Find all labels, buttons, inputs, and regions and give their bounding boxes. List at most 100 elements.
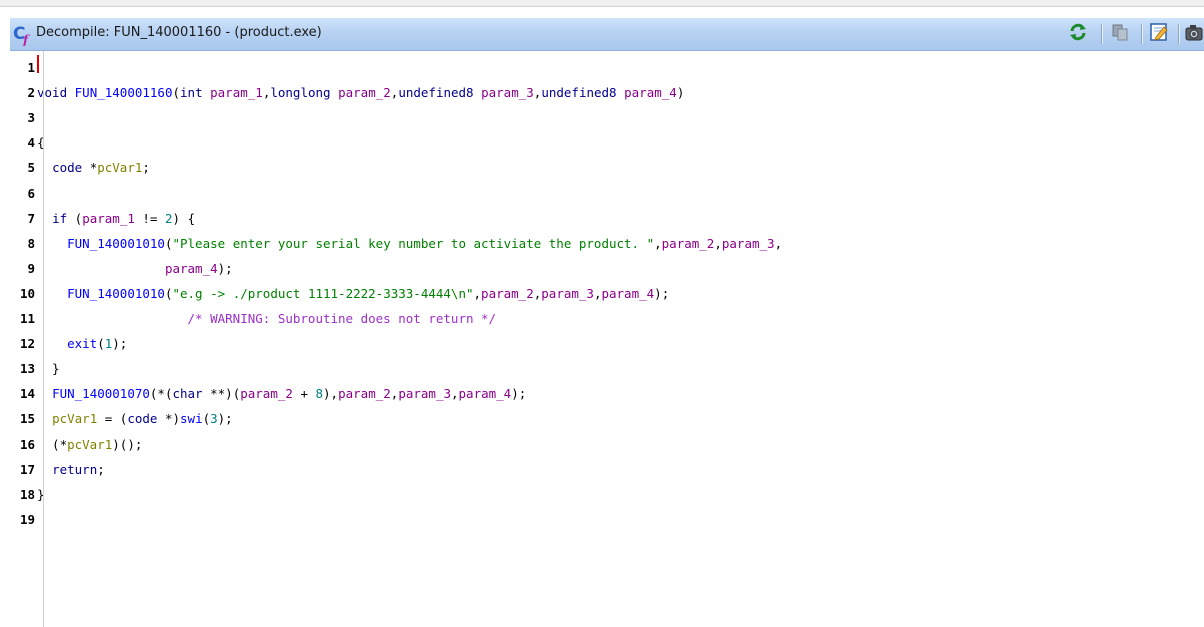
code-line[interactable]: 10 FUN_140001010("e.g -> ./product 1111-…	[10, 281, 1204, 306]
code-token: char	[172, 386, 203, 402]
edit-button[interactable]	[1147, 22, 1171, 46]
code-token: );	[654, 285, 670, 301]
line-number: 9	[27, 260, 35, 276]
code-line[interactable]: 1	[10, 55, 1204, 80]
copy-icon	[1110, 22, 1130, 47]
code-token: FUN_140001010	[67, 285, 165, 301]
code-token: int	[180, 85, 203, 101]
code-token: param_3	[398, 386, 451, 402]
code-text: if (param_1 != 2) {	[37, 206, 195, 231]
code-line[interactable]: 3	[10, 105, 1204, 130]
copy-button[interactable]	[1108, 22, 1132, 46]
code-view[interactable]: 1 2 void FUN_140001160(int param_1,longlon…	[10, 51, 1204, 627]
code-token: )	[676, 85, 685, 101]
line-number: 4	[27, 135, 35, 151]
code-token: ),	[323, 386, 339, 402]
code-line[interactable]: 18}	[10, 482, 1204, 507]
code-token: param_2	[338, 386, 391, 402]
code-line[interactable]: 9 param_4);	[10, 256, 1204, 281]
code-token: code	[52, 160, 83, 176]
line-number: 10	[19, 285, 35, 301]
code-text: return;	[37, 457, 105, 482]
refresh-button[interactable]	[1066, 22, 1090, 46]
line-number: 18	[19, 486, 35, 502]
code-line[interactable]: 14 FUN_140001070(*(char **)(param_2 + 8)…	[10, 381, 1204, 406]
code-token: );	[511, 386, 527, 402]
decompiler-titlebar[interactable]: C f Decompile: FUN_140001160 - (product.…	[10, 18, 1204, 51]
code-token: ,	[654, 235, 662, 251]
code-token: }	[37, 361, 60, 377]
code-token: if	[52, 210, 68, 226]
code-token: (*	[37, 436, 68, 452]
code-line[interactable]: 16 (*pcVar1)();	[10, 432, 1204, 457]
code-token: /* WARNING: Subroutine does not return *…	[187, 311, 497, 326]
line-number: 13	[19, 361, 35, 377]
code-token: param_4	[601, 285, 655, 301]
code-token: ,	[714, 235, 722, 251]
code-token: *	[82, 160, 98, 176]
snapshot-button[interactable]	[1182, 22, 1204, 46]
code-token: swi	[180, 411, 203, 427]
code-line[interactable]: 12 exit(1);	[10, 331, 1204, 356]
code-text: code *pcVar1;	[37, 155, 150, 180]
code-token: 8	[315, 386, 324, 402]
code-line[interactable]: 8 FUN_140001010("Please enter your seria…	[10, 231, 1204, 256]
code-line[interactable]: 4{	[10, 130, 1204, 155]
code-text: (*pcVar1)();	[37, 432, 142, 457]
code-text: FUN_140001070(*(char **)(param_2 + 8),pa…	[37, 381, 526, 406]
code-token: "e.g -> ./product 1111-2222-3333-4444\n"	[172, 285, 474, 301]
code-token: code	[127, 411, 158, 427]
code-line[interactable]: 7 if (param_1 != 2) {	[10, 206, 1204, 231]
edit-icon	[1149, 22, 1169, 47]
code-line[interactable]: 15 pcVar1 = (code *)swi(3);	[10, 406, 1204, 431]
code-token: (	[97, 336, 105, 352]
code-token: param_2	[338, 85, 391, 101]
code-token: undefined8	[398, 85, 474, 101]
decompile-c-icon: C f	[12, 22, 34, 47]
code-token: *)	[157, 411, 181, 427]
line-number: 7	[27, 210, 35, 226]
code-line[interactable]: 5 code *pcVar1;	[10, 155, 1204, 180]
code-text: param_4);	[37, 256, 233, 281]
code-line[interactable]: 19	[10, 507, 1204, 532]
line-number: 11	[19, 311, 35, 326]
code-token: void	[37, 85, 68, 101]
code-text: pcVar1 = (code *)swi(3);	[37, 406, 233, 431]
toolbar-separator	[1178, 24, 1180, 44]
code-token: param_3	[481, 85, 534, 101]
code-token: "Please enter your serial key number to …	[172, 235, 655, 251]
code-token: param_3	[721, 235, 775, 251]
code-token: param_1	[82, 210, 135, 226]
code-token: );	[217, 260, 233, 276]
code-token: ;	[97, 461, 105, 477]
refresh-icon	[1068, 22, 1088, 47]
code-line[interactable]: 17 return;	[10, 457, 1204, 482]
code-token: 3	[210, 411, 218, 427]
code-token: ,	[473, 285, 482, 301]
line-number: 12	[19, 336, 35, 352]
code-token: ,	[451, 386, 459, 402]
code-token: (	[172, 85, 181, 101]
code-token: ) {	[172, 210, 196, 226]
code-token: !=	[134, 210, 165, 226]
line-number: 17	[19, 461, 35, 477]
code-text: exit(1);	[37, 331, 127, 356]
code-line[interactable]: 2 void FUN_140001160(int param_1,longlong…	[10, 80, 1204, 105]
line-number: 16	[19, 436, 35, 452]
gutter-divider	[43, 51, 44, 627]
code-line[interactable]: 11 /* WARNING: Subroutine does not retur…	[10, 306, 1204, 331]
code-token: longlong	[270, 85, 331, 101]
code-token: param_1	[210, 85, 263, 101]
code-line[interactable]: 13 }	[10, 356, 1204, 381]
code-line[interactable]: 6	[10, 181, 1204, 206]
